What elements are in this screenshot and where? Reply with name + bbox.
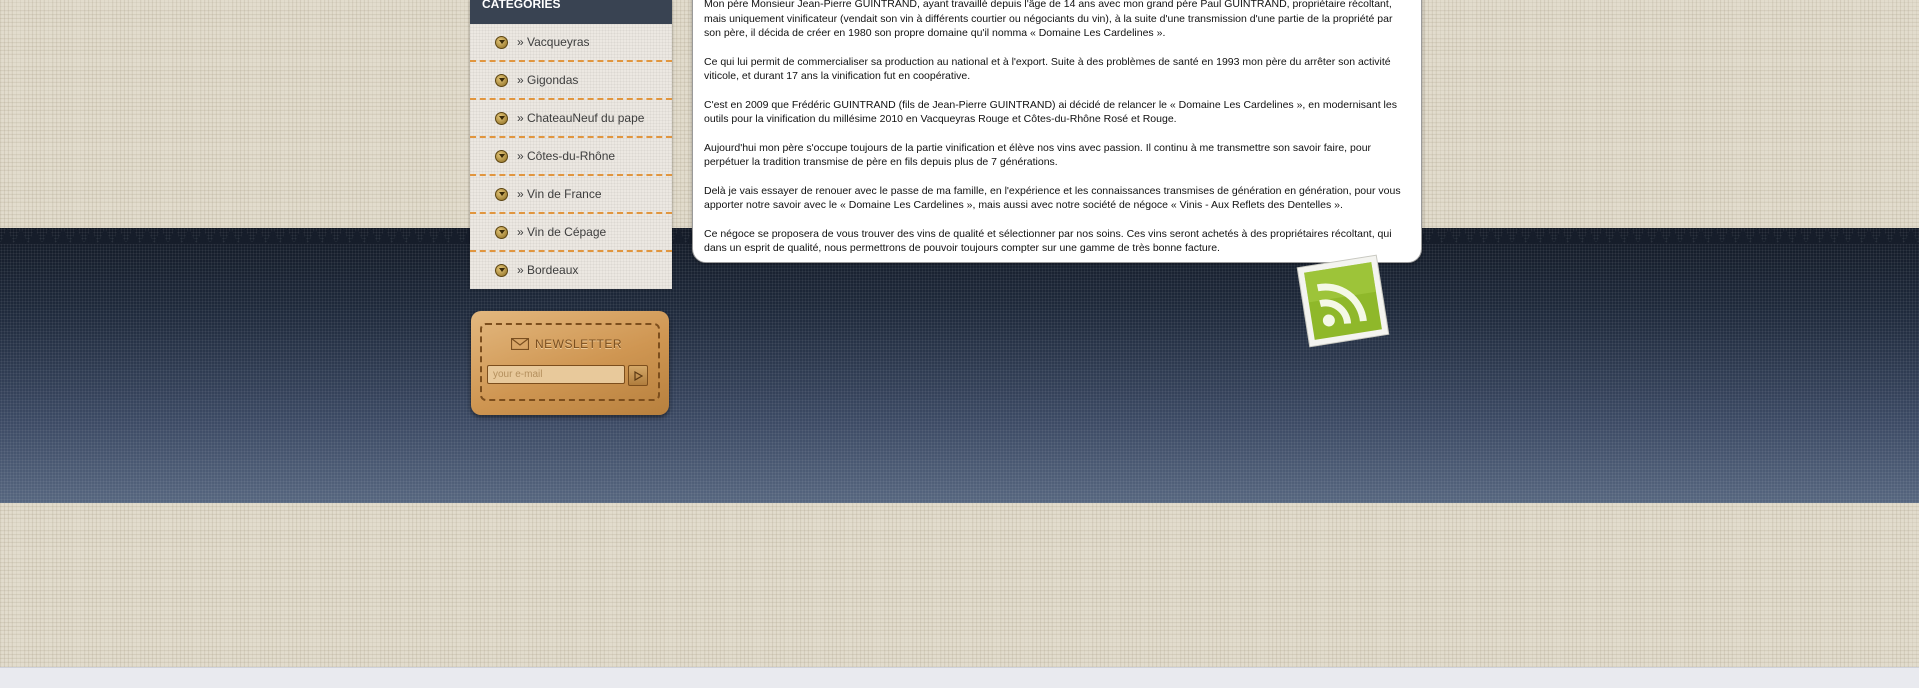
category-item-vacqueyras[interactable]: » Vacqueyras — [470, 24, 672, 62]
category-item-cotes-du-rhone[interactable]: » Côtes-du-Rhône — [470, 138, 672, 176]
circle-chevron-icon — [495, 263, 508, 277]
envelope-icon — [511, 338, 529, 350]
category-list: » Vacqueyras » Gigondas » ChateauNeuf du… — [470, 24, 672, 288]
content-paragraph: Aujourd'hui mon père s'occupe toujours d… — [704, 141, 1372, 169]
category-label: » Bordeaux — [517, 263, 579, 277]
categories-sidebar: CATEGORIES » Vacqueyras » Gigondas » Cha… — [470, 0, 672, 289]
rss-feed-icon[interactable] — [1296, 254, 1390, 348]
category-label: » Vacqueyras — [517, 35, 590, 49]
content-paragraph: Ce négoce se proposera de vous trouver d… — [704, 227, 1392, 255]
content-paragraph: Ce qui lui permit de commercialiser sa p… — [704, 55, 1391, 83]
circle-chevron-icon — [495, 35, 508, 49]
circle-chevron-icon — [495, 187, 508, 201]
category-item-gigondas[interactable]: » Gigondas — [470, 62, 672, 100]
category-label: » Vin de France — [517, 187, 602, 201]
content-panel: Mon père Monsieur Jean-Pierre GUINTRAND,… — [692, 0, 1422, 263]
browser-bottom-bar — [0, 667, 1919, 688]
category-item-chateauneuf[interactable]: » ChateauNeuf du pape — [470, 100, 672, 138]
categories-title: CATEGORIES — [470, 0, 672, 24]
category-label: » Gigondas — [517, 73, 579, 87]
denim-background-band — [0, 228, 1919, 503]
circle-chevron-icon — [495, 149, 508, 163]
newsletter-header: NEWSLETTER — [511, 337, 651, 351]
newsletter-email-input[interactable] — [487, 365, 625, 384]
circle-chevron-icon — [495, 73, 508, 87]
circle-chevron-icon — [495, 111, 508, 125]
content-paragraph: Delà je vais essayer de renouer avec le … — [704, 184, 1401, 212]
category-label: » Vin de Cépage — [517, 225, 607, 239]
category-label: » Côtes-du-Rhône — [517, 149, 616, 163]
newsletter-submit-button[interactable] — [628, 365, 648, 386]
category-item-vin-de-cepage[interactable]: » Vin de Cépage — [470, 214, 672, 252]
play-arrow-icon — [633, 370, 643, 381]
circle-chevron-icon — [495, 225, 508, 239]
content-paragraph: C'est en 2009 que Frédéric GUINTRAND (fi… — [704, 98, 1397, 126]
category-item-bordeaux[interactable]: » Bordeaux — [470, 252, 672, 288]
category-item-vin-de-france[interactable]: » Vin de France — [470, 176, 672, 214]
content-paragraph: Mon père Monsieur Jean-Pierre GUINTRAND,… — [704, 0, 1393, 39]
newsletter-widget: NEWSLETTER — [471, 311, 669, 415]
leather-stitching — [480, 323, 660, 401]
category-label: » ChateauNeuf du pape — [517, 111, 645, 125]
newsletter-title: NEWSLETTER — [535, 337, 623, 351]
